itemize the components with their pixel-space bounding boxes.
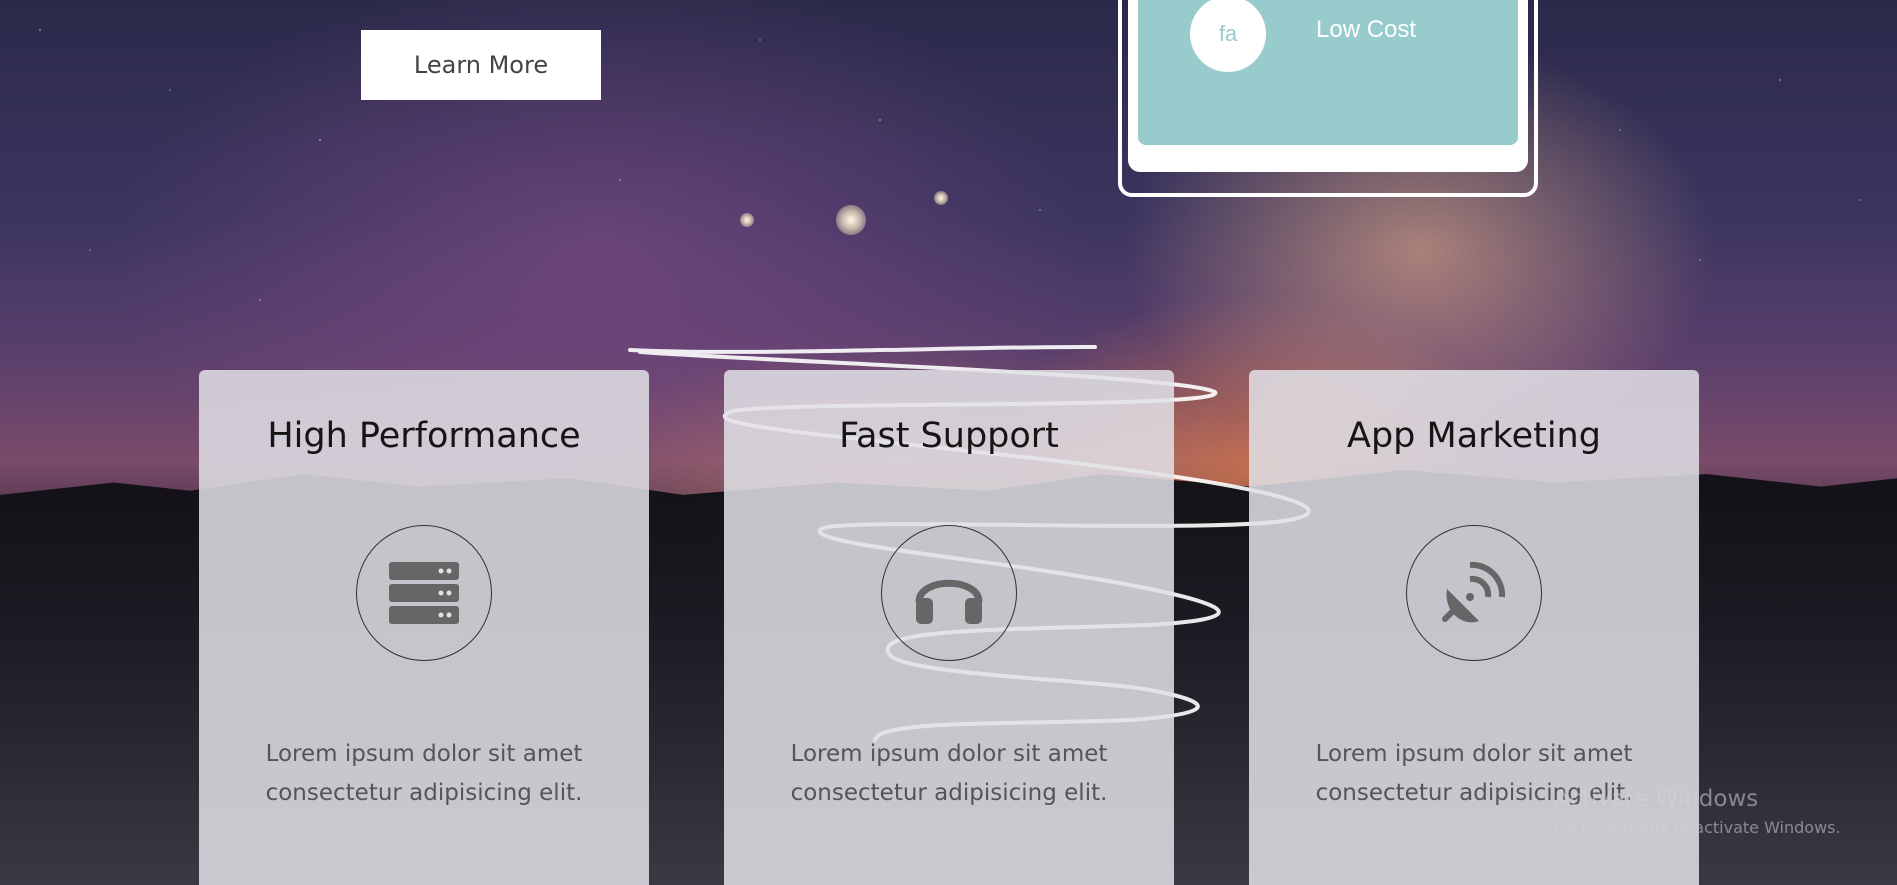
- satellite-dish-icon: [1442, 561, 1506, 623]
- server-icon: [389, 562, 459, 624]
- icon-ring: [881, 525, 1017, 661]
- learn-more-button[interactable]: Learn More: [361, 30, 601, 100]
- watermark-title: Activate Windows: [1554, 786, 1759, 812]
- bright-star: [836, 205, 866, 235]
- feature-card-fast-support: Fast Support Lorem ipsum dolor sit amet …: [724, 370, 1174, 885]
- card-title: High Performance: [267, 416, 581, 456]
- icon-ring: [1406, 525, 1542, 661]
- watermark-subtitle: Go to Settings to activate Windows.: [1554, 818, 1841, 837]
- low-cost-label: Low Cost: [1316, 16, 1417, 43]
- card-description-line: Lorem ipsum dolor sit amet: [1315, 741, 1633, 767]
- card-description: Lorem ipsum dolor sit amet consectetur a…: [724, 735, 1174, 813]
- card-description-line: consectetur adipisicing elit.: [265, 780, 583, 806]
- hero-background: Learn More fa Low Cost High Performance: [0, 0, 1897, 885]
- small-star: [740, 213, 754, 227]
- card-title: Fast Support: [839, 416, 1059, 456]
- feature-card-high-performance: High Performance Lorem ipsum dolor sit a…: [199, 370, 649, 885]
- card-description-line: Lorem ipsum dolor sit amet: [790, 741, 1108, 767]
- card-description-line: consectetur adipisicing elit.: [790, 780, 1108, 806]
- card-description: Lorem ipsum dolor sit amet consectetur a…: [199, 735, 649, 813]
- small-star: [934, 191, 948, 205]
- headphones-icon: [915, 579, 983, 624]
- card-title: App Marketing: [1347, 416, 1601, 456]
- icon-ring: [356, 525, 492, 661]
- card-description-line: Lorem ipsum dolor sit amet: [265, 741, 583, 767]
- activate-windows-watermark: Activate Windows Go to Settings to activ…: [1554, 786, 1841, 837]
